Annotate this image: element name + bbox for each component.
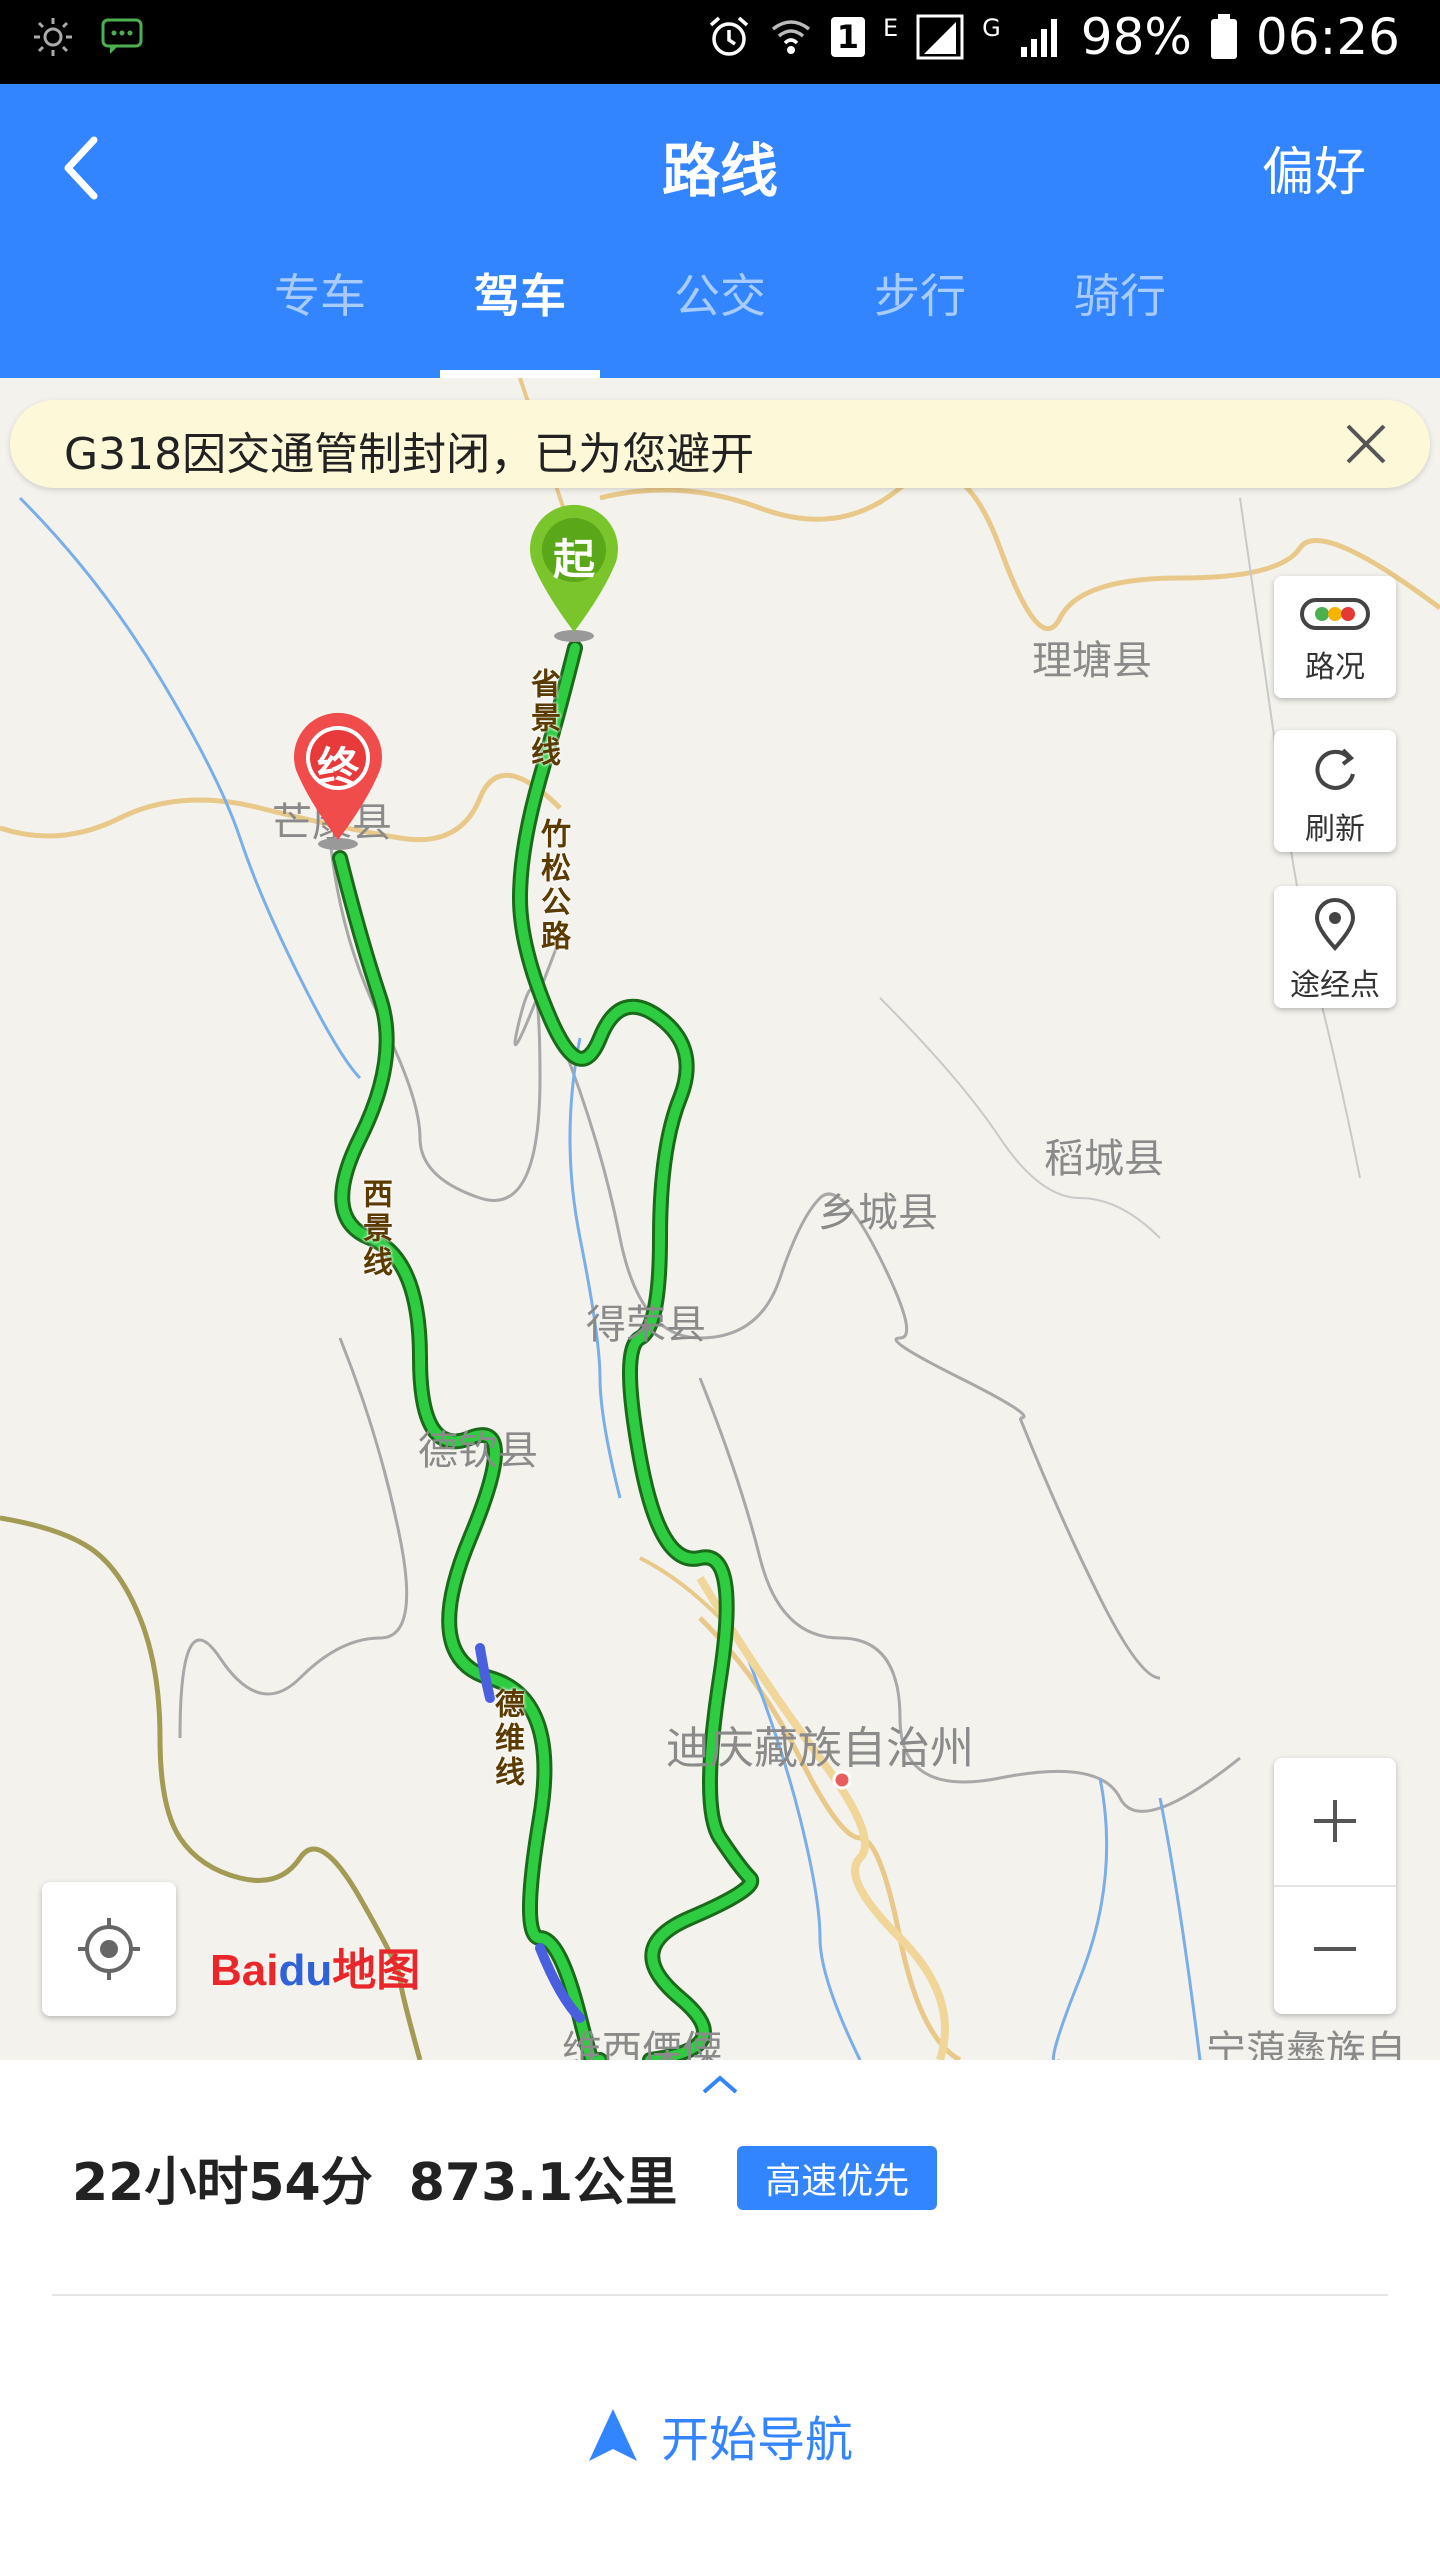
logo-map: 地图 [332, 1946, 421, 1995]
sim-indicator: 1 [830, 17, 865, 57]
waypoint-label: 途经点 [1290, 968, 1380, 1003]
chat-icon [101, 18, 143, 54]
place-ninglang: 宁蒗彝族自 [1206, 2028, 1406, 2060]
place-deqin: 德钦县 [418, 1428, 538, 1474]
logo-text: Bai [210, 1946, 279, 1995]
traffic-label: 路况 [1305, 650, 1365, 685]
waypoint-button[interactable]: 途经点 [1274, 886, 1396, 1008]
traffic-notice: G318因交通管制封闭，已为您避开 [10, 400, 1430, 488]
locate-button[interactable] [42, 1882, 176, 2016]
alarm-icon [709, 16, 748, 56]
start-navigation-label: 开始导航 [660, 2412, 853, 2468]
start-marker[interactable]: 起 [524, 502, 624, 642]
route-summary[interactable]: 22小时54分 873.1公里 高速优先 [72, 2140, 938, 2215]
refresh-label: 刷新 [1305, 812, 1365, 847]
road-label: 西景线 [357, 1178, 392, 1280]
network-type-1: E [882, 14, 899, 42]
location-pin-icon [1314, 898, 1356, 951]
app-header: 路线 偏好 专车 驾车 公交 步行 骑行 [0, 84, 1440, 378]
road-label: 德维线 [489, 1688, 524, 1790]
end-label: 终 [316, 743, 359, 792]
road-label: 竹松公路 [535, 818, 570, 954]
route-panel: 22小时54分 873.1公里 高速优先 开始导航 [0, 2060, 1440, 2560]
logo-du: du [278, 1946, 333, 1995]
locate-icon [78, 1918, 140, 1980]
zoom-out-icon[interactable] [1274, 1886, 1396, 2013]
battery-percent: 98% [1080, 8, 1192, 66]
place-litang: 理塘县 [1032, 638, 1152, 684]
start-label: 起 [552, 535, 595, 584]
refresh-button[interactable]: 刷新 [1274, 730, 1396, 852]
start-navigation-button[interactable]: 开始导航 [0, 2400, 1440, 2470]
zoom-in-icon[interactable] [1274, 1758, 1396, 1887]
chevron-up-icon[interactable] [700, 2072, 740, 2096]
preference-button[interactable]: 偏好 [1262, 130, 1366, 205]
place-derong: 得荣县 [586, 1302, 706, 1348]
status-bar: 1 E G 98% 06:26 [0, 0, 1440, 84]
route-distance: 873.1公里 [408, 2153, 678, 2213]
zoom-control [1274, 1758, 1396, 2014]
tab-transit[interactable]: 公交 [620, 264, 820, 378]
close-icon[interactable] [1342, 420, 1390, 468]
place-daocheng: 稻城县 [1044, 1136, 1164, 1182]
notice-text: G318因交通管制封闭，已为您避开 [64, 429, 755, 480]
tab-bike[interactable]: 骑行 [1020, 264, 1220, 378]
signal-icon-2 [1020, 19, 1057, 57]
signal-icon [916, 14, 964, 60]
road-label: 省景线 [525, 668, 560, 770]
clock: 06:26 [1255, 8, 1400, 66]
traffic-light-icon [1300, 598, 1370, 630]
tab-walk[interactable]: 步行 [820, 264, 1020, 378]
map-view[interactable]: 理塘县 芒康县 稻城县 乡城县 得荣县 德钦县 迪庆藏族自治州 维西傈僳 宁蒗彝… [0, 378, 1440, 2060]
refresh-icon [1315, 748, 1355, 790]
strategy-badge: 高速优先 [737, 2145, 938, 2210]
page-title: 路线 [661, 137, 778, 205]
network-type-2: G [982, 14, 1001, 42]
traffic-button[interactable]: 路况 [1274, 576, 1396, 698]
tab-taxi[interactable]: 专车 [220, 264, 420, 378]
route-duration: 22小时54分 [72, 2153, 373, 2213]
navigation-arrow-icon [588, 2409, 637, 2461]
transport-tabs: 专车 驾车 公交 步行 骑行 [0, 264, 1440, 378]
tab-drive[interactable]: 驾车 [420, 264, 620, 378]
baidu-logo: Baidu地图 [210, 1934, 420, 1998]
map-base [0, 378, 1440, 2060]
end-marker[interactable]: 终 [288, 710, 388, 850]
brightness-icon [34, 18, 72, 56]
place-diqing: 迪庆藏族自治州 [666, 1723, 974, 1774]
wifi-icon [771, 20, 810, 54]
divider [52, 2294, 1388, 2296]
place-xiangcheng: 乡城县 [818, 1190, 938, 1236]
place-weixi: 维西傈僳 [562, 2028, 722, 2060]
battery-icon [1210, 14, 1237, 59]
